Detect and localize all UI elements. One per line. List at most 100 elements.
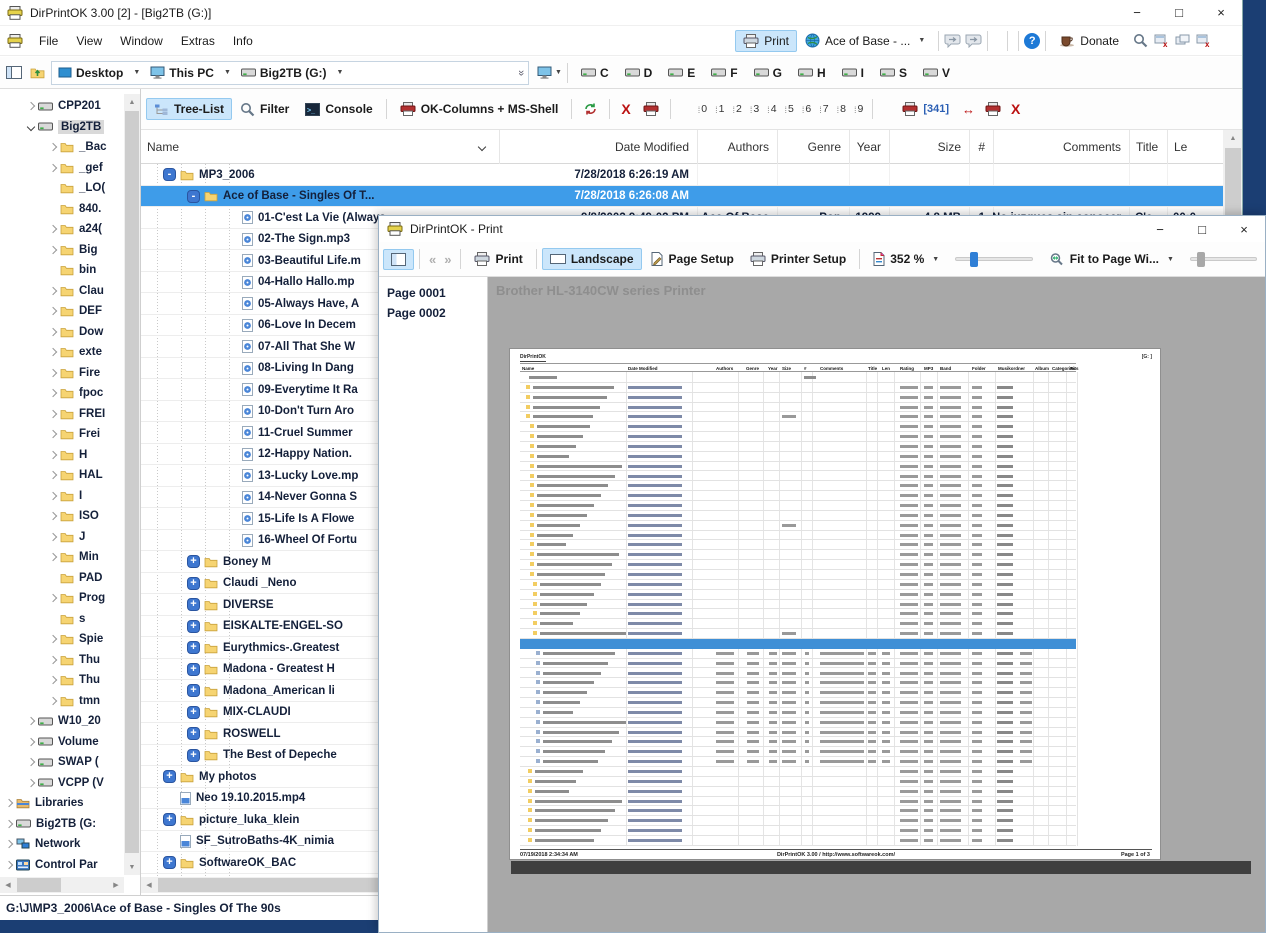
expand-icon[interactable] bbox=[5, 820, 13, 828]
tree-item[interactable]: ISO bbox=[0, 506, 124, 527]
drive-button-V[interactable]: V bbox=[915, 63, 958, 83]
file-row[interactable]: - MP3_20067/28/2018 6:26:19 AM bbox=[141, 164, 1223, 186]
expand-icon[interactable]: + bbox=[187, 663, 200, 676]
drive-button-G[interactable]: G bbox=[746, 63, 790, 83]
tree-item[interactable]: Big2TB (G: bbox=[0, 814, 124, 835]
tree-item[interactable]: Fire bbox=[0, 363, 124, 384]
console-button[interactable]: >_ Console bbox=[297, 98, 380, 120]
minimize-button[interactable]: − bbox=[1116, 0, 1158, 25]
tree-item[interactable]: Volume bbox=[0, 732, 124, 753]
column-preset-7[interactable]: ⁞7 bbox=[815, 100, 832, 118]
column-preset-8[interactable]: ⁞8 bbox=[833, 100, 850, 118]
tree-item[interactable]: 840. bbox=[0, 199, 124, 220]
file-row[interactable]: - Ace of Base - Singles Of T...7/28/2018… bbox=[141, 186, 1223, 208]
fit-slider[interactable] bbox=[1190, 257, 1257, 261]
tree-item[interactable]: Prog bbox=[0, 588, 124, 609]
tree-item[interactable]: Spie bbox=[0, 629, 124, 650]
expand-icon[interactable] bbox=[49, 594, 57, 602]
scroll-right-icon[interactable]: ▶ bbox=[108, 877, 124, 893]
expand-icon[interactable] bbox=[27, 779, 35, 787]
column-header-authors[interactable]: Authors bbox=[697, 130, 775, 164]
windows-icon[interactable] bbox=[1175, 34, 1191, 48]
donate-button[interactable]: Donate bbox=[1051, 30, 1127, 52]
expand-icon[interactable] bbox=[49, 389, 57, 397]
column-preset-0[interactable]: ⁞0 bbox=[694, 100, 711, 118]
tree-item[interactable]: Clau bbox=[0, 281, 124, 302]
tree-item[interactable]: H bbox=[0, 445, 124, 466]
printer-setup-button[interactable]: Printer Setup bbox=[742, 248, 854, 270]
column-preset-3[interactable]: ⁞3 bbox=[746, 100, 763, 118]
expand-icon[interactable]: + bbox=[187, 620, 200, 633]
tree-item[interactable]: VCPP (V bbox=[0, 773, 124, 794]
collapse-icon[interactable]: - bbox=[187, 190, 200, 203]
expand-icon[interactable] bbox=[49, 492, 57, 500]
expand-icon[interactable] bbox=[49, 287, 57, 295]
toggle-page-list-button[interactable] bbox=[383, 249, 414, 270]
tree-item[interactable]: FREI bbox=[0, 404, 124, 425]
scrollbar-thumb[interactable] bbox=[17, 878, 61, 892]
tree-item[interactable]: Thu bbox=[0, 650, 124, 671]
expand-icon[interactable]: + bbox=[187, 577, 200, 590]
tree-item[interactable]: J bbox=[0, 527, 124, 548]
drive-button-C[interactable]: C bbox=[573, 63, 617, 83]
tree-item[interactable]: Big2TB bbox=[0, 117, 124, 138]
history-back-icon[interactable] bbox=[944, 34, 961, 48]
drive-button-D[interactable]: D bbox=[617, 63, 661, 83]
fit-dropdown[interactable]: Fit to Page Wi... ▼ bbox=[1041, 248, 1182, 270]
column-preset-1[interactable]: ⁞1 bbox=[711, 100, 728, 118]
column-preset-9[interactable]: ⁞9 bbox=[850, 100, 867, 118]
expand-icon[interactable] bbox=[49, 512, 57, 520]
column-header-num[interactable]: # bbox=[969, 130, 991, 164]
expand-icon[interactable] bbox=[49, 307, 57, 315]
expand-icon[interactable] bbox=[5, 861, 13, 869]
document-dropdown[interactable]: Ace of Base - ... ▼ bbox=[797, 29, 933, 52]
delete-columns-icon[interactable]: X bbox=[1011, 101, 1020, 117]
tree-item[interactable]: bin bbox=[0, 260, 124, 281]
maximize-button[interactable]: □ bbox=[1158, 0, 1200, 25]
zoom-slider[interactable] bbox=[955, 257, 1033, 261]
expand-icon[interactable]: + bbox=[187, 727, 200, 740]
fit-columns-icon[interactable]: ↔ bbox=[962, 102, 975, 117]
maximize-button[interactable]: □ bbox=[1181, 217, 1223, 242]
expand-icon[interactable] bbox=[49, 471, 57, 479]
expand-icon[interactable] bbox=[49, 676, 57, 684]
expand-icon[interactable] bbox=[5, 799, 13, 807]
close-button[interactable]: × bbox=[1223, 217, 1265, 242]
drive-button-I[interactable]: I bbox=[834, 63, 872, 83]
column-preset-4[interactable]: ⁞4 bbox=[763, 100, 780, 118]
expand-icon[interactable] bbox=[49, 225, 57, 233]
expand-icon[interactable] bbox=[27, 738, 35, 746]
tree-item[interactable]: Frei bbox=[0, 424, 124, 445]
printer-settings-red-icon[interactable] bbox=[985, 102, 1001, 116]
expand-icon[interactable] bbox=[27, 717, 35, 725]
tree-list-button[interactable]: Tree-List bbox=[146, 98, 232, 120]
folder-up-icon[interactable] bbox=[30, 66, 45, 79]
close-all-windows-icon[interactable]: x bbox=[1196, 34, 1212, 48]
scrollbar-thumb[interactable] bbox=[158, 878, 398, 892]
menu-extras[interactable]: Extras bbox=[172, 30, 224, 52]
tree-vertical-scrollbar[interactable]: ▲ ▼ bbox=[124, 94, 140, 875]
expand-icon[interactable] bbox=[5, 840, 13, 848]
expand-icon[interactable] bbox=[27, 758, 35, 766]
tree-item[interactable]: Dow bbox=[0, 322, 124, 343]
expand-icon[interactable]: + bbox=[163, 813, 176, 826]
drive-button-E[interactable]: E bbox=[660, 63, 703, 83]
tree-item[interactable]: CPP201 bbox=[0, 96, 124, 117]
column-preset-2[interactable]: ⁞2 bbox=[728, 100, 745, 118]
expand-icon[interactable]: + bbox=[187, 641, 200, 654]
tree-item[interactable]: SWAP ( bbox=[0, 752, 124, 773]
expand-icon[interactable] bbox=[49, 635, 57, 643]
column-header-name[interactable]: Name bbox=[141, 130, 497, 164]
column-header-date[interactable]: Date Modified bbox=[499, 130, 695, 164]
menu-info[interactable]: Info bbox=[224, 30, 262, 52]
column-preset-5[interactable]: ⁞5 bbox=[781, 100, 798, 118]
magnifier-icon[interactable] bbox=[1133, 33, 1148, 48]
tree-item[interactable]: DEF bbox=[0, 301, 124, 322]
tree-horizontal-scrollbar[interactable]: ◀ ▶ bbox=[0, 877, 124, 893]
history-forward-icon[interactable] bbox=[965, 34, 982, 48]
drive-button-F[interactable]: F bbox=[703, 63, 745, 83]
expand-icon[interactable] bbox=[49, 348, 57, 356]
expand-icon[interactable] bbox=[49, 451, 57, 459]
tree-item[interactable]: s bbox=[0, 609, 124, 630]
ok-columns-button[interactable]: OK-Columns + MS-Shell bbox=[392, 98, 567, 120]
